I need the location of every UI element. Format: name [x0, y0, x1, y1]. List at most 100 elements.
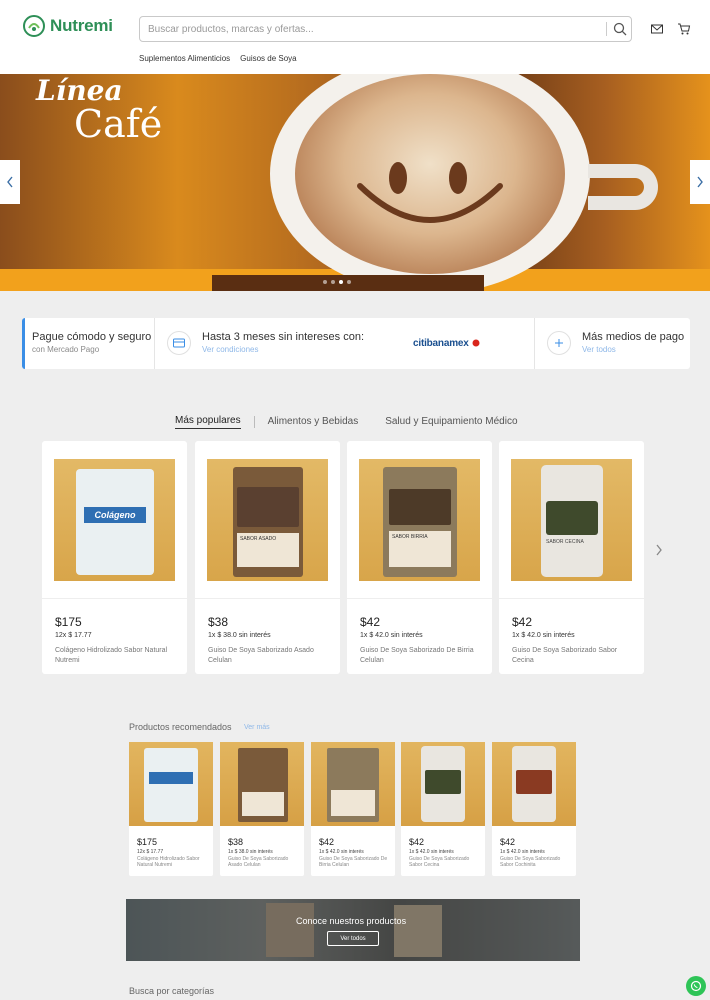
search-input[interactable] [148, 17, 598, 41]
product-image [129, 742, 213, 826]
product-price: $42 [360, 615, 381, 629]
recommended-see-more-link[interactable]: Ver más [244, 724, 270, 731]
product-price: $42 [512, 615, 533, 629]
payment-info-bar: Pague cómodo y seguro con Mercado Pago H… [22, 318, 690, 369]
product-package-label: SABOR BIRRIA [389, 531, 451, 567]
payment-divider [534, 318, 535, 369]
hero-dot-active[interactable] [339, 280, 343, 284]
product-card[interactable]: Colágeno $175 12x $ 17.77 Colágeno Hidro… [42, 441, 187, 674]
citibanamex-mark-icon [472, 339, 480, 347]
products-next-button[interactable] [655, 543, 663, 559]
card-divider [42, 598, 187, 599]
product-price: $38 [208, 615, 229, 629]
recommended-card[interactable]: $42 1x $ 42.0 sin interés Guiso De Soya … [492, 742, 576, 876]
cart-icon[interactable] [677, 22, 691, 36]
tab-spacer [371, 416, 372, 428]
citibanamex-logo: citibanamex [413, 338, 469, 349]
product-name[interactable]: Colágeno Hidrolizado Sabor Natural Nutre… [55, 646, 177, 666]
brand-logo[interactable]: Nutremi [22, 14, 113, 38]
hero-dot[interactable] [323, 280, 327, 284]
product-card[interactable]: SABOR ASADO $38 1x $ 38.0 sin interés Gu… [195, 441, 340, 674]
product-card[interactable]: SABOR CECINA $42 1x $ 42.0 sin interés G… [499, 441, 644, 674]
payment-conditions-link[interactable]: Ver condiciones [202, 345, 258, 354]
product-package-label: SABOR ASADO [237, 533, 299, 567]
product-price: $175 [55, 615, 82, 629]
payment-all-methods-link[interactable]: Ver todos [582, 345, 616, 354]
product-name[interactable]: Guiso De Soya Saborizado Asado Celulan [208, 646, 330, 666]
tab-salud-equipamiento[interactable]: Salud y Equipamiento Médico [385, 416, 517, 429]
product-tabs: Más populares Alimentos y Bebidas Salud … [175, 415, 518, 429]
banner-see-all-button[interactable]: Ver todos [327, 931, 379, 946]
hero-pagination [323, 280, 351, 284]
hero-dot[interactable] [347, 280, 351, 284]
nav-item-guisos[interactable]: Guisos de Soya [240, 54, 296, 63]
chevron-right-icon [697, 176, 703, 188]
recommended-card[interactable]: $42 1x $ 42.0 sin interés Guiso De Soya … [311, 742, 395, 876]
recommended-card[interactable]: $42 1x $ 42.0 sin interés Guiso De Soya … [401, 742, 485, 876]
card-divider [499, 598, 644, 599]
payment-block3-title: Más medios de pago [582, 331, 685, 343]
products-banner: Conoce nuestros productos Ver todos [126, 899, 580, 961]
logo-icon [23, 15, 45, 37]
product-price: $175 [137, 837, 158, 847]
nav-item-suplementos[interactable]: Suplementos Alimenticios [139, 54, 230, 63]
credit-card-icon [167, 331, 191, 355]
search-box [139, 16, 632, 42]
search-icon[interactable] [612, 21, 628, 37]
search-divider [606, 22, 607, 36]
product-price: $42 [500, 837, 516, 847]
banner-title: Conoce nuestros productos [296, 916, 407, 926]
smiley-face-image [357, 162, 503, 223]
payment-divider [154, 318, 155, 369]
category-nav: Suplementos Alimenticios Guisos de Soya [139, 54, 297, 63]
payment-block1-subtitle: con Mercado Pago [32, 345, 100, 354]
product-installments: 1x $ 42.0 sin interés [319, 849, 364, 855]
hero-dot[interactable] [331, 280, 335, 284]
hero-title-line2: Café [74, 102, 163, 146]
product-image: SABOR ASADO [207, 459, 328, 581]
cup-handle [588, 164, 658, 210]
card-divider [347, 598, 492, 599]
tab-mas-populares[interactable]: Más populares [175, 415, 241, 429]
product-name[interactable]: Guiso De Soya Saborizado Asado Celulan [228, 856, 300, 868]
payment-block1-title: Pague cómodo y seguro [32, 331, 152, 343]
hero-next-button[interactable] [690, 160, 710, 204]
product-image [311, 742, 395, 826]
recommended-card[interactable]: $175 12x $ 17.77 Colágeno Hidrolizado Sa… [129, 742, 213, 876]
chevron-right-icon [656, 544, 662, 556]
product-installments: 12x $ 17.77 [137, 849, 164, 855]
product-image: SABOR BIRRIA [359, 459, 480, 581]
payment-block2-title: Hasta 3 meses sin intereses con: [202, 331, 365, 343]
hero-prev-button[interactable] [0, 160, 20, 204]
product-installments: 1x $ 42.0 sin interés [409, 849, 454, 855]
mail-icon[interactable] [650, 22, 664, 36]
product-price: $42 [409, 837, 425, 847]
payment-accent-bar [22, 318, 25, 369]
product-card[interactable]: SABOR BIRRIA $42 1x $ 42.0 sin interés G… [347, 441, 492, 674]
product-name[interactable]: Guiso De Soya Saborizado De Birria Celul… [360, 646, 482, 666]
product-price: $38 [228, 837, 244, 847]
tab-alimentos-bebidas[interactable]: Alimentos y Bebidas [268, 416, 359, 429]
brand-name: Nutremi [50, 16, 113, 35]
plus-circle-icon [547, 331, 571, 355]
product-image [220, 742, 304, 826]
product-image: Colágeno [54, 459, 175, 581]
categories-title: Busca por categorías [129, 986, 215, 996]
hero-carousel: Línea Café [0, 74, 710, 291]
product-name[interactable]: Guiso De Soya Saborizado De Birria Celul… [319, 856, 391, 868]
product-installments: 12x $ 17.77 [55, 632, 92, 639]
product-installments: 1x $ 38.0 sin interés [208, 632, 271, 639]
card-divider [195, 598, 340, 599]
product-package-label: Colágeno [84, 507, 146, 523]
product-name[interactable]: Guiso De Soya Saborizado Sabor Cochinita [500, 856, 572, 868]
product-name[interactable]: Guiso De Soya Saborizado Sabor Cecina [409, 856, 481, 868]
product-name[interactable]: Colágeno Hidrolizado Sabor Natural Nutre… [137, 856, 209, 868]
product-installments: 1x $ 42.0 sin interés [500, 849, 545, 855]
product-name[interactable]: Guiso De Soya Saborizado Sabor Cecina [512, 646, 634, 666]
recommended-card[interactable]: $38 1x $ 38.0 sin interés Guiso De Soya … [220, 742, 304, 876]
product-image [492, 742, 576, 826]
site-header: Nutremi Suplementos Alimenticios Guisos … [0, 0, 710, 74]
product-image [401, 742, 485, 826]
recommended-title: Productos recomendados [129, 722, 232, 732]
whatsapp-button[interactable] [686, 976, 706, 996]
